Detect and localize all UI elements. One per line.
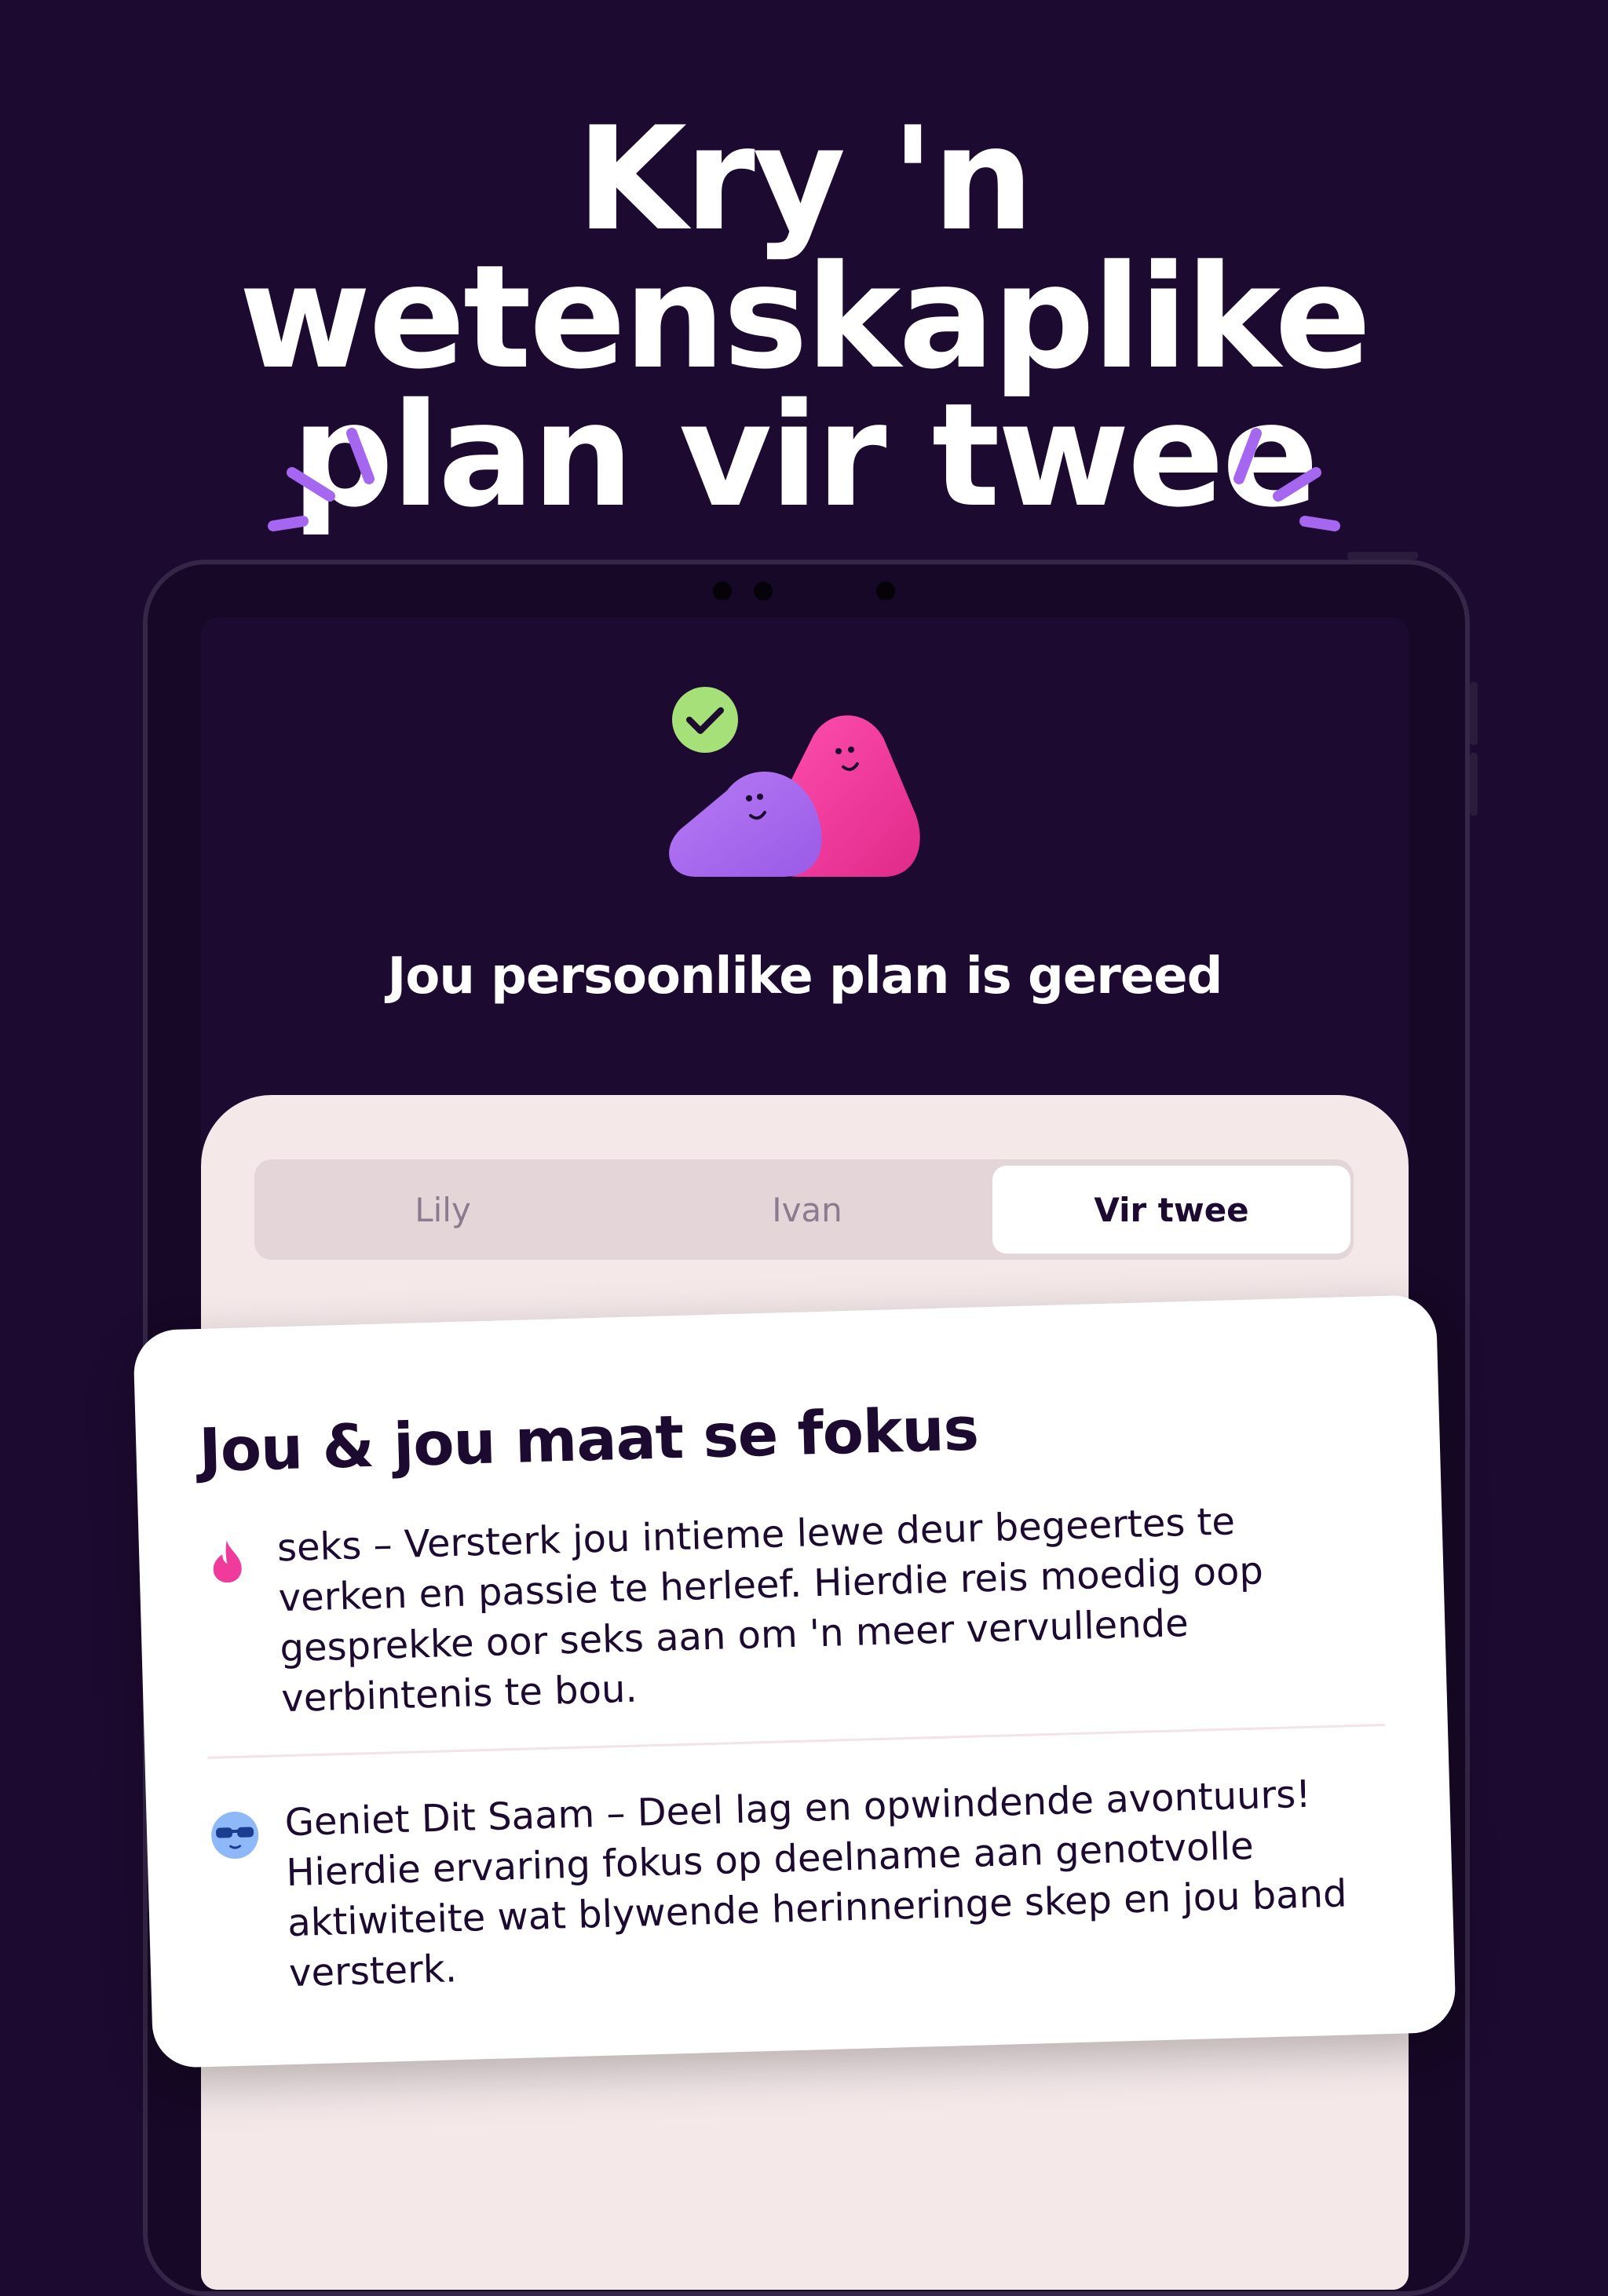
flame-icon bbox=[213, 1540, 242, 1583]
camera-dot bbox=[713, 582, 732, 600]
power-button bbox=[1347, 552, 1418, 560]
couple-mascot-illustration bbox=[669, 687, 920, 877]
focus-item-text: seks – Versterk jou intieme lewe deur be… bbox=[276, 1499, 1264, 1721]
focus-item-text: Geniet Dit Saam – Deel lag en opwindende… bbox=[283, 1772, 1348, 1996]
tab-ivan[interactable]: Ivan bbox=[628, 1166, 986, 1254]
plan-ready-title: Jou persoonlike plan is gereed bbox=[387, 947, 1223, 1006]
volume-down-button bbox=[1470, 753, 1478, 816]
camera-dot bbox=[754, 582, 773, 600]
focus-card: Jou & jou maat se fokus seks – Versterk … bbox=[133, 1294, 1456, 2068]
focus-item-geniet: Geniet Dit Saam – Deel lag en opwindende… bbox=[209, 1767, 1392, 2001]
tab-lily[interactable]: Lily bbox=[264, 1166, 622, 1254]
sunglasses-face-icon bbox=[211, 1811, 259, 1859]
volume-up-button bbox=[1470, 682, 1478, 745]
focus-item-seks: seks – Versterk jou intieme lewe deur be… bbox=[201, 1492, 1384, 1726]
focus-card-title: Jou & jou maat se fokus bbox=[198, 1393, 979, 1486]
tab-vir-twee[interactable]: Vir twee bbox=[992, 1166, 1350, 1254]
divider bbox=[207, 1724, 1385, 1759]
partner-segmented-control: Lily Ivan Vir twee bbox=[254, 1159, 1354, 1260]
camera-dot bbox=[876, 582, 895, 600]
sparkle-right-icon bbox=[1233, 428, 1340, 531]
check-badge-icon bbox=[672, 687, 738, 753]
